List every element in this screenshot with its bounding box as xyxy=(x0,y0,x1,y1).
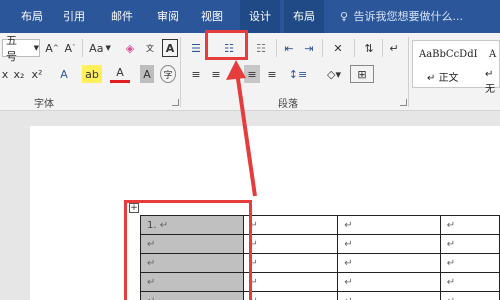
table-cell[interactable]: ↵ xyxy=(337,253,441,273)
font-size-value: 五号 xyxy=(6,34,17,63)
show-formatting-marks-icon[interactable]: ↵ xyxy=(386,39,402,57)
group-separator xyxy=(180,37,181,107)
tab-layout[interactable]: 布局 xyxy=(14,0,50,33)
table-cell[interactable]: ↵ xyxy=(337,291,441,300)
decrease-indent-icon[interactable]: ⇤ xyxy=(280,39,298,57)
font-dialog-launcher-icon[interactable] xyxy=(172,99,179,106)
caret-up-icon: ^ xyxy=(52,44,59,52)
sort-icon[interactable]: ⇅ xyxy=(360,39,378,57)
cell-end-mark-icon: ↵ xyxy=(344,238,353,250)
table-cell[interactable]: ↵ xyxy=(439,215,500,235)
cell-end-mark-icon: ↵ xyxy=(344,257,353,269)
separator xyxy=(276,39,277,57)
multilevel-list-icon[interactable]: ☷ xyxy=(250,39,272,57)
tell-me-search[interactable]: ♀ 告诉我您想要做什么... xyxy=(340,0,498,33)
chevron-down-icon: ▼ xyxy=(105,44,111,52)
tell-me-text: 告诉我您想要做什么... xyxy=(353,10,464,23)
table-cell[interactable]: ↵ xyxy=(242,234,339,254)
table-cell[interactable]: ↵ xyxy=(337,215,441,235)
numbering-highlight xyxy=(205,30,248,60)
group-separator xyxy=(408,37,409,107)
justify-icon[interactable]: ≡ xyxy=(244,65,260,83)
subscript-icon[interactable]: x₂ xyxy=(12,65,26,83)
phonetic-guide-icon[interactable]: 文 xyxy=(142,39,158,57)
center-icon[interactable]: ≡ xyxy=(208,65,224,83)
align-left-icon[interactable]: ≡ xyxy=(188,65,204,83)
paragraph-dialog-launcher-icon[interactable] xyxy=(400,99,407,106)
style-nospacing-preview: A xyxy=(489,49,497,60)
tab-design[interactable]: 设计 xyxy=(240,0,280,33)
text-effects-icon[interactable]: A xyxy=(54,65,74,83)
style-normal-name: ↵ 正文 xyxy=(427,73,459,84)
chinese-layout-icon[interactable]: ✕ xyxy=(326,39,350,57)
tab-review[interactable]: 审阅 xyxy=(150,0,186,33)
shrink-font-label: A xyxy=(64,41,73,55)
superscript-icon[interactable]: x² xyxy=(30,65,44,83)
increase-indent-icon[interactable]: ⇥ xyxy=(300,39,318,57)
table-cell[interactable]: ↵ xyxy=(439,291,500,300)
cell-end-mark-icon: ↵ xyxy=(446,276,456,288)
separator xyxy=(322,39,323,57)
strikethrough-icon[interactable]: x xyxy=(0,65,10,83)
table-cell[interactable]: ↵ xyxy=(439,253,500,273)
ribbon-tab-bar: 布局 引用 邮件 审阅 视图 设计 布局 ♀ 告诉我您想要做什么... xyxy=(0,0,500,33)
shading-icon[interactable]: ◇▾ xyxy=(322,65,346,83)
distributed-icon[interactable]: ≡ xyxy=(264,65,280,83)
shrink-font-button[interactable]: Aˇ xyxy=(62,39,78,57)
cell-end-mark-icon: ↵ xyxy=(446,257,456,269)
cell-end-mark-icon: ↵ xyxy=(446,219,456,231)
table-cell[interactable]: ↵ xyxy=(242,272,339,292)
font-size-select[interactable]: 五号 ▼ xyxy=(2,34,40,63)
separator xyxy=(354,39,355,57)
separator xyxy=(382,39,383,57)
font-color-icon[interactable]: A xyxy=(110,65,130,83)
cell-end-mark-icon: ↵ xyxy=(447,296,455,300)
cell-end-mark-icon: ↵ xyxy=(446,238,456,250)
column-highlight xyxy=(124,200,252,300)
align-right-icon[interactable]: ≡ xyxy=(226,65,242,83)
tab-mailings[interactable]: 邮件 xyxy=(104,0,140,33)
tab-view[interactable]: 视图 xyxy=(194,0,230,33)
font-group-label: 字体 xyxy=(34,99,54,110)
separator xyxy=(82,39,83,57)
table-cell[interactable]: ↵ xyxy=(337,272,441,292)
enclose-characters-icon[interactable]: 字 xyxy=(160,65,176,83)
clear-formatting-icon[interactable]: ◈ xyxy=(122,39,138,57)
bullets-icon[interactable]: ☰ xyxy=(186,39,206,57)
table-cell[interactable]: ↵ xyxy=(242,253,339,273)
grow-font-button[interactable]: A ^ xyxy=(44,39,60,57)
style-normal-preview: AaBbCcDdI xyxy=(419,49,478,60)
borders-icon[interactable]: ⊞ xyxy=(350,65,374,83)
tab-references[interactable]: 引用 xyxy=(56,0,92,33)
table-cell[interactable]: ↵ xyxy=(439,272,500,292)
styles-gallery[interactable]: AaBbCcDdI ↵ 正文 A ↵ 无 xyxy=(412,40,500,95)
cell-end-mark-icon: ↵ xyxy=(344,219,353,231)
paragraph-group-label: 段落 xyxy=(278,99,298,110)
style-nospacing-name: ↵ 无 xyxy=(485,69,495,95)
grow-font-label: A xyxy=(45,41,53,55)
cell-end-mark-icon: ↵ xyxy=(344,276,353,288)
table-cell[interactable]: ↵ xyxy=(242,215,339,235)
highlight-color-icon[interactable]: ab xyxy=(82,65,102,83)
table-cell[interactable]: ↵ xyxy=(242,291,339,300)
lightbulb-icon: ♀ xyxy=(340,10,349,23)
change-case-label: Aa xyxy=(89,41,104,55)
character-shading-icon[interactable]: A xyxy=(140,65,154,83)
caret-down-icon: ˇ xyxy=(72,44,76,52)
character-border-icon[interactable]: A xyxy=(162,39,178,57)
table-cell[interactable]: ↵ xyxy=(439,234,500,254)
table-cell[interactable]: ↵ xyxy=(337,234,441,254)
tab-table-layout[interactable]: 布局 xyxy=(284,0,324,33)
change-case-button[interactable]: Aa ▼ xyxy=(86,39,114,57)
cell-end-mark-icon: ↵ xyxy=(344,296,352,300)
chevron-down-icon: ▼ xyxy=(33,44,39,52)
line-spacing-icon[interactable]: ↕≡ xyxy=(286,65,310,83)
